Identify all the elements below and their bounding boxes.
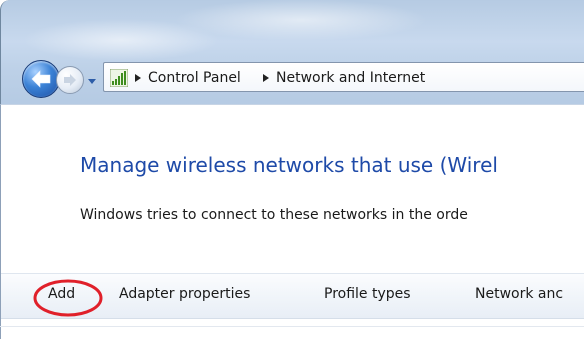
- command-toolbar: Add Adapter properties Profile types Net…: [1, 273, 584, 319]
- back-arrow-icon: [31, 70, 51, 88]
- forward-button[interactable]: [56, 66, 84, 94]
- breadcrumb-chevron-icon: [135, 74, 141, 82]
- back-button[interactable]: [22, 60, 60, 98]
- breadcrumb-network-and-internet[interactable]: Network and Internet: [276, 69, 425, 87]
- content-pane: Manage wireless networks that use (Wirel…: [0, 104, 584, 339]
- profile-types-button[interactable]: Profile types: [324, 286, 411, 302]
- network-signal-icon: [110, 69, 128, 87]
- page-title: Manage wireless networks that use (Wirel: [80, 153, 498, 177]
- adapter-properties-button[interactable]: Adapter properties: [119, 286, 250, 302]
- network-and-sharing-button[interactable]: Network anc: [475, 286, 563, 302]
- navigation-bar: Control Panel Network and Internet: [0, 58, 584, 98]
- address-bar[interactable]: Control Panel Network and Internet: [103, 62, 584, 92]
- recent-pages-dropdown[interactable]: [86, 72, 98, 84]
- page-description: Windows tries to connect to these networ…: [80, 207, 468, 223]
- explorer-window: Control Panel Network and Internet Manag…: [0, 0, 584, 339]
- chevron-down-icon: [88, 79, 96, 84]
- breadcrumb-chevron-icon: [263, 74, 269, 82]
- forward-arrow-icon: [64, 74, 76, 86]
- add-button[interactable]: Add: [48, 286, 75, 302]
- breadcrumb-control-panel[interactable]: Control Panel: [148, 69, 241, 87]
- divider: [0, 326, 584, 327]
